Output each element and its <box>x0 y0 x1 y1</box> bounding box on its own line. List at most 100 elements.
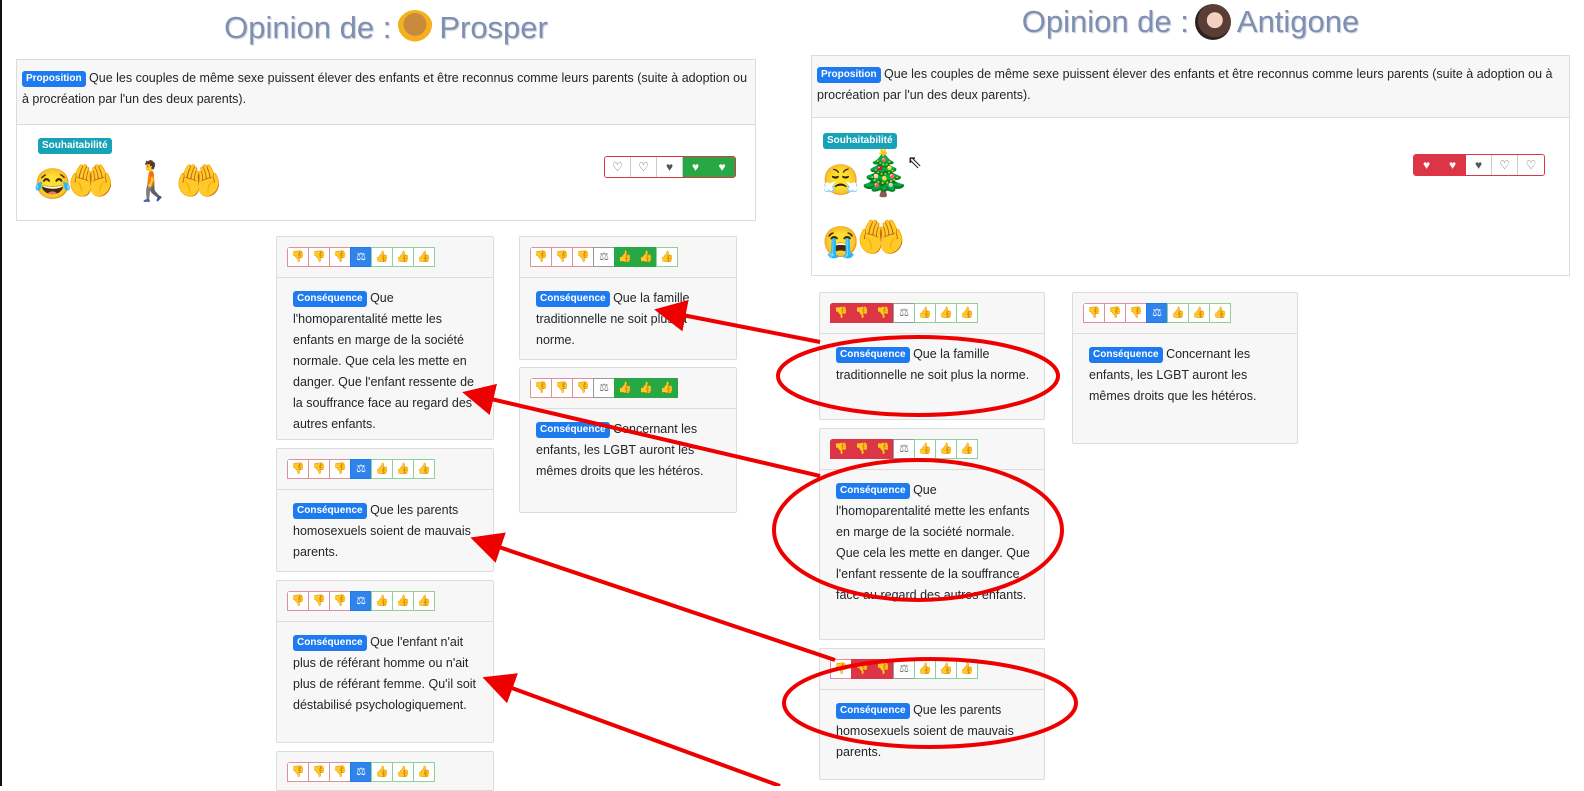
thumbs-up-icon[interactable]: 👍 <box>635 378 657 398</box>
thumbs-down-icon[interactable]: 👎 <box>287 591 309 611</box>
consequence-card: 👎 👎 👎 ⚖ 👍 👍 👍 Conséquence Concernant les… <box>519 367 737 513</box>
thumbs-down-icon[interactable]: 👎 <box>1125 303 1147 323</box>
vote-bar: 👎 👎 👎 ⚖ 👍 👍 👍 <box>830 439 1044 461</box>
thumbs-up-icon[interactable]: 👍 <box>914 659 936 679</box>
thumbs-up-icon[interactable]: 👍 <box>392 591 414 611</box>
thumbs-up-icon[interactable]: 👍 <box>956 303 978 323</box>
title-prefix: Opinion de : <box>1021 4 1189 39</box>
balance-icon[interactable]: ⚖ <box>350 459 372 479</box>
thumbs-up-icon[interactable]: 👍 <box>413 459 435 479</box>
thumbs-down-icon[interactable]: 👎 <box>851 659 873 679</box>
heart-2-icon[interactable]: ♡ <box>631 157 657 177</box>
balance-icon[interactable]: ⚖ <box>593 378 615 398</box>
balance-icon[interactable]: ⚖ <box>350 247 372 267</box>
thumbs-down-icon[interactable]: 👎 <box>308 459 330 479</box>
thumbs-down-icon[interactable]: 👎 <box>1104 303 1126 323</box>
balance-icon[interactable]: ⚖ <box>893 659 915 679</box>
balance-icon[interactable]: ⚖ <box>593 247 615 267</box>
thumbs-up-icon[interactable]: 👍 <box>656 247 678 267</box>
heart-5-icon[interactable]: ♥ <box>709 157 735 177</box>
consequence-badge: Conséquence <box>293 291 367 307</box>
thumbs-up-icon[interactable]: 👍 <box>614 378 636 398</box>
thumbs-down-icon[interactable]: 👎 <box>287 459 309 479</box>
thumbs-up-icon[interactable]: 👍 <box>914 303 936 323</box>
thumbs-up-icon[interactable]: 👍 <box>914 439 936 459</box>
card-text: Conséquence Que l'homoparentalité mette … <box>820 469 1044 614</box>
thumbs-down-icon[interactable]: 👎 <box>329 247 351 267</box>
thumbs-up-icon[interactable]: 👍 <box>392 762 414 782</box>
consequence-card: 👎 👎 👎 ⚖ 👍 👍 👍 Conséquence Concernant les… <box>1072 292 1298 444</box>
thumbs-down-icon[interactable]: 👎 <box>572 378 594 398</box>
thumbs-up-icon[interactable]: 👍 <box>371 591 393 611</box>
thumbs-up-icon[interactable]: 👍 <box>935 659 957 679</box>
consequence-card: 👎 👎 👎 ⚖ 👍 👍 👍 Conséquence Que l'homopare… <box>819 428 1045 640</box>
thumbs-up-icon[interactable]: 👍 <box>371 247 393 267</box>
thumbs-up-icon[interactable]: 👍 <box>392 247 414 267</box>
balance-icon[interactable]: ⚖ <box>893 303 915 323</box>
heart-3-icon[interactable]: ♥ <box>1466 155 1492 175</box>
thumbs-down-icon[interactable]: 👎 <box>830 659 852 679</box>
thumbs-down-icon[interactable]: 👎 <box>329 591 351 611</box>
balance-icon[interactable]: ⚖ <box>350 591 372 611</box>
souhaitabilite-badge: Souhaitabilité <box>38 138 112 154</box>
thumbs-up-icon[interactable]: 👍 <box>656 378 678 398</box>
heart-4-icon[interactable]: ♡ <box>1492 155 1518 175</box>
thumbs-down-icon[interactable]: 👎 <box>551 378 573 398</box>
thumbs-down-icon[interactable]: 👎 <box>530 378 552 398</box>
thumbs-down-icon[interactable]: 👎 <box>1083 303 1105 323</box>
thumbs-down-icon[interactable]: 👎 <box>572 247 594 267</box>
thumbs-down-icon[interactable]: 👎 <box>551 247 573 267</box>
thumbs-up-icon[interactable]: 👍 <box>956 659 978 679</box>
consequence-badge: Conséquence <box>293 635 367 651</box>
bear-avatar-icon <box>397 10 434 46</box>
thumbs-up-icon[interactable]: 👍 <box>614 247 636 267</box>
thumbs-up-icon[interactable]: 👍 <box>413 247 435 267</box>
thumbs-up-icon[interactable]: 👍 <box>935 303 957 323</box>
heart-1-icon[interactable]: ♥ <box>1414 155 1440 175</box>
balance-icon[interactable]: ⚖ <box>893 439 915 459</box>
thumbs-down-icon[interactable]: 👎 <box>287 247 309 267</box>
thumbs-up-icon[interactable]: 👍 <box>1188 303 1210 323</box>
thumbs-up-icon[interactable]: 👍 <box>635 247 657 267</box>
thumbs-down-icon[interactable]: 👎 <box>872 303 894 323</box>
thumbs-up-icon[interactable]: 👍 <box>1167 303 1189 323</box>
thumbs-down-icon[interactable]: 👎 <box>329 762 351 782</box>
thumbs-up-icon[interactable]: 👍 <box>371 459 393 479</box>
heart-4-icon[interactable]: ♥ <box>683 157 709 177</box>
vote-bar: 👎 👎 👎 ⚖ 👍 👍 👍 <box>530 378 736 400</box>
thumbs-up-icon[interactable]: 👍 <box>371 762 393 782</box>
opinion-title: Opinion de : Antigone <box>811 0 1570 44</box>
thumbs-up-icon[interactable]: 👍 <box>413 591 435 611</box>
heart-3-icon[interactable]: ♥ <box>657 157 683 177</box>
thumbs-up-icon[interactable]: 👍 <box>392 459 414 479</box>
balance-icon[interactable]: ⚖ <box>1146 303 1168 323</box>
balance-icon[interactable]: ⚖ <box>350 762 372 782</box>
thumbs-down-icon[interactable]: 👎 <box>308 591 330 611</box>
heart-2-icon[interactable]: ♥ <box>1440 155 1466 175</box>
proposition-text: Que les couples de même sexe puissent él… <box>22 71 748 106</box>
thumbs-down-icon[interactable]: 👎 <box>830 303 852 323</box>
thumbs-down-icon[interactable]: 👎 <box>530 247 552 267</box>
thumbs-down-icon[interactable]: 👎 <box>872 439 894 459</box>
thumbs-down-icon[interactable]: 👎 <box>308 247 330 267</box>
thumbs-down-icon[interactable]: 👎 <box>851 303 873 323</box>
thumbs-up-icon[interactable]: 👍 <box>413 762 435 782</box>
thumbs-up-icon[interactable]: 👍 <box>1209 303 1231 323</box>
heart-1-icon[interactable]: ♡ <box>605 157 631 177</box>
title-prefix: Opinion de : <box>224 10 392 45</box>
user-name[interactable]: Prosper <box>439 10 548 46</box>
thumbs-down-icon[interactable]: 👎 <box>830 439 852 459</box>
consequence-badge: Conséquence <box>536 422 610 438</box>
thumbs-up-icon[interactable]: 👍 <box>956 439 978 459</box>
thumbs-down-icon[interactable]: 👎 <box>287 762 309 782</box>
user-name[interactable]: Antigone <box>1237 4 1359 40</box>
thumbs-up-icon[interactable]: 👍 <box>935 439 957 459</box>
heart-5-icon[interactable]: ♡ <box>1518 155 1544 175</box>
thumbs-down-icon[interactable]: 👎 <box>872 659 894 679</box>
heart-rating: ♡ ♡ ♥ ♥ ♥ <box>604 156 736 178</box>
card-text: Conséquence Que l'enfant n'ait plus de r… <box>277 621 493 724</box>
thumbs-down-icon[interactable]: 👎 <box>308 762 330 782</box>
thumbs-down-icon[interactable]: 👎 <box>851 439 873 459</box>
thumbs-down-icon[interactable]: 👎 <box>329 459 351 479</box>
consequence-text: Que l'homoparentalité mette les enfants … <box>293 291 474 431</box>
